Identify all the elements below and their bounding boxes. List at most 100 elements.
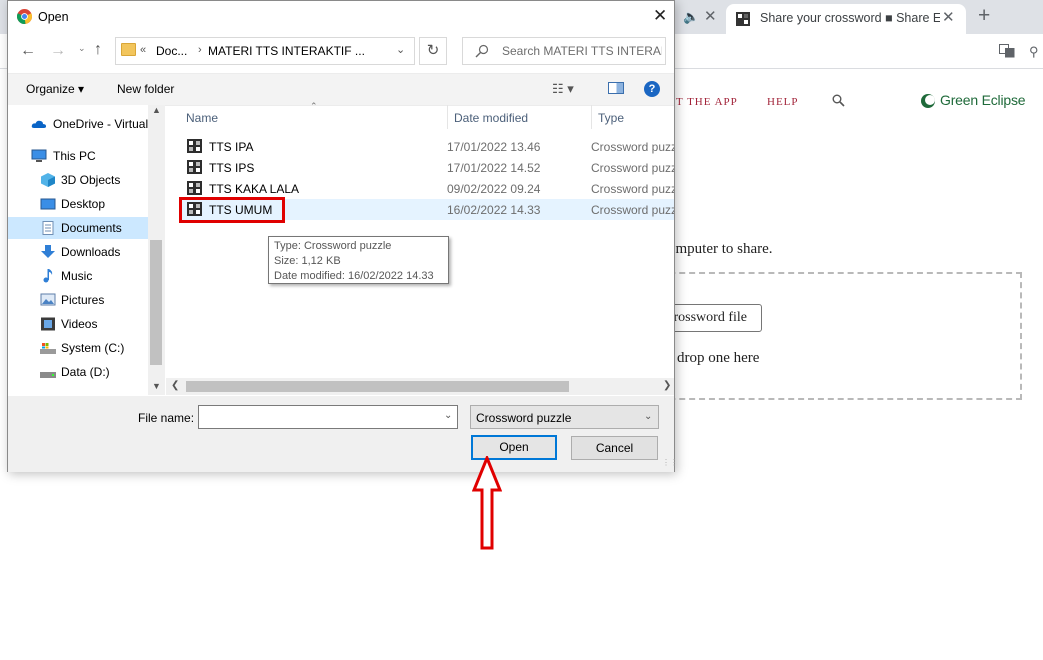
breadcrumb-current-folder[interactable]: MATERI TTS INTERAKTIF ... xyxy=(208,44,365,58)
file-date: 17/01/2022 13.46 xyxy=(447,140,541,154)
file-name: TTS IPA xyxy=(209,140,254,154)
tooltip-size: Size: 1,12 KB xyxy=(274,255,341,267)
cancel-button[interactable]: Cancel xyxy=(571,436,658,460)
sidebar-item-label: Pictures xyxy=(61,293,105,307)
breadcrumb-documents[interactable]: Doc... xyxy=(156,44,187,58)
scroll-left-icon[interactable]: ❮ xyxy=(171,380,179,391)
column-divider[interactable] xyxy=(591,105,592,129)
scrollbar-thumb[interactable] xyxy=(150,240,162,365)
sidebar-item-label: This PC xyxy=(53,149,96,163)
onedrive-icon xyxy=(31,120,47,128)
tab-title: Share your crossword ■ Share Ec xyxy=(760,11,940,25)
file-row-tts-kaka-lala[interactable]: TTS KAKA LALA 09/02/2022 09.24 Crossword… xyxy=(181,178,674,199)
folder-icon xyxy=(121,43,136,56)
tooltip-type: Type: Crossword puzzle xyxy=(274,240,392,252)
sidebar-item-system-c[interactable]: System (C:) xyxy=(8,337,148,359)
crossword-file-icon xyxy=(187,160,202,174)
scroll-down-icon[interactable]: ▼ xyxy=(152,381,161,391)
search-icon[interactable] xyxy=(832,94,845,107)
change-view-icon[interactable]: ☷ ▾ xyxy=(552,81,574,97)
file-date: 17/01/2022 14.52 xyxy=(447,161,541,175)
file-date: 16/02/2022 14.33 xyxy=(447,203,541,217)
column-header-type[interactable]: Type xyxy=(598,111,624,125)
address-bar[interactable]: « Doc... › MATERI TTS INTERAKTIF ... ⌄ xyxy=(115,37,415,65)
file-row-tts-ips[interactable]: TTS IPS 17/01/2022 14.52 Crossword puzzl… xyxy=(181,157,674,178)
column-header-date[interactable]: Date modified xyxy=(454,111,528,125)
horizontal-scrollbar[interactable]: ❮ ❯ xyxy=(166,378,674,395)
3d-objects-icon xyxy=(41,173,55,187)
close-icon[interactable]: ✕ xyxy=(653,6,667,26)
file-name-label: File name: xyxy=(138,411,195,425)
preview-pane-icon[interactable] xyxy=(608,82,624,94)
forward-arrow-icon[interactable]: → xyxy=(50,42,66,60)
scroll-right-icon[interactable]: ❯ xyxy=(663,380,671,391)
file-type: Crossword puzzle xyxy=(591,140,674,154)
file-type-select[interactable]: Crossword puzzle ⌄ xyxy=(470,405,659,429)
dialog-title-bar[interactable]: Open ✕ xyxy=(8,1,674,32)
search-input[interactable] xyxy=(502,38,662,64)
sidebar-item-desktop[interactable]: Desktop xyxy=(8,193,148,215)
file-type: Crossword puzzle xyxy=(591,182,674,196)
refresh-button[interactable]: ↻ xyxy=(419,37,447,65)
dialog-bottom-panel: File name: ⌄ Crossword puzzle ⌄ Open Can… xyxy=(8,396,678,472)
chevron-down-icon[interactable]: ⌄ xyxy=(396,43,405,56)
site-nav-help[interactable]: HELP xyxy=(767,96,799,108)
sidebar-item-label: Videos xyxy=(61,317,98,331)
downloads-icon xyxy=(41,245,55,258)
sidebar-item-videos[interactable]: Videos xyxy=(8,313,148,335)
resize-grip-icon[interactable]: ⋮⋮ xyxy=(662,458,678,467)
sidebar-item-onedrive[interactable]: OneDrive - Virtual xyxy=(8,113,148,135)
sidebar-item-downloads[interactable]: Downloads xyxy=(8,241,148,263)
file-date: 09/02/2022 09.24 xyxy=(447,182,541,196)
documents-icon xyxy=(42,221,54,235)
column-divider[interactable] xyxy=(447,105,448,129)
navigation-scrollbar[interactable]: ▲ ▼ xyxy=(148,105,165,395)
annotation-highlight-box xyxy=(179,197,285,223)
back-arrow-icon[interactable]: ← xyxy=(20,42,36,60)
breadcrumb-overflow[interactable]: « xyxy=(140,44,146,56)
sidebar-item-this-pc[interactable]: This PC xyxy=(8,145,148,167)
pictures-icon xyxy=(40,293,56,306)
file-info-tooltip: Type: Crossword puzzle Size: 1,12 KB Dat… xyxy=(268,236,449,284)
recent-locations-chevron-icon[interactable]: ⌄ xyxy=(78,43,86,54)
crossword-file-icon xyxy=(187,181,202,195)
site-nav-get-app[interactable]: T THE APP xyxy=(676,96,738,108)
sidebar-item-label: 3D Objects xyxy=(61,173,121,187)
sidebar-item-label: Data (D:) xyxy=(61,365,110,379)
sidebar-item-pictures[interactable]: Pictures xyxy=(8,289,148,311)
sidebar-item-music[interactable]: Music xyxy=(8,265,148,287)
scroll-up-icon[interactable]: ▲ xyxy=(152,105,161,115)
sidebar-item-documents[interactable]: Documents xyxy=(8,217,148,239)
translate-icon[interactable] xyxy=(999,44,1015,58)
sidebar-item-label: Music xyxy=(61,269,93,283)
scrollbar-thumb[interactable] xyxy=(186,381,569,392)
organize-button[interactable]: Organize ▾ xyxy=(26,82,84,96)
tooltip-date: Date modified: 16/02/2022 14.33 xyxy=(274,270,434,282)
up-arrow-icon[interactable]: ↑ xyxy=(94,41,102,59)
logo-text: Green Eclipse xyxy=(940,92,1026,108)
breadcrumb-separator[interactable]: › xyxy=(198,44,202,56)
browser-tab-active[interactable]: Share your crossword ■ Share Ec ✕ xyxy=(726,4,966,34)
file-name: TTS KAKA LALA xyxy=(209,182,300,196)
chevron-down-icon[interactable]: ⌄ xyxy=(444,410,452,421)
tab-audio-icon[interactable]: 🔈 xyxy=(683,9,699,25)
share-instructions: omputer to share. xyxy=(668,241,773,257)
crossword-site-icon xyxy=(736,12,750,26)
column-headers: ⌃ Name Date modified Type xyxy=(166,101,674,129)
sidebar-item-3d-objects[interactable]: 3D Objects xyxy=(8,169,148,191)
system-drive-icon xyxy=(40,343,56,354)
help-icon[interactable]: ? xyxy=(644,81,660,97)
this-pc-icon xyxy=(31,149,47,162)
new-tab-button[interactable]: + xyxy=(978,4,990,28)
tab-close-icon[interactable]: ✕ xyxy=(704,7,717,25)
sidebar-item-label: Desktop xyxy=(61,197,106,211)
tab-close-icon[interactable]: ✕ xyxy=(942,8,955,26)
sidebar-item-label: Documents xyxy=(61,221,122,235)
sidebar-item-data-d[interactable]: Data (D:) xyxy=(8,361,148,383)
column-header-name[interactable]: Name xyxy=(186,111,218,125)
search-box[interactable] xyxy=(462,37,666,65)
file-name-field[interactable] xyxy=(198,405,458,429)
new-folder-button[interactable]: New folder xyxy=(117,82,174,96)
file-row-tts-ipa[interactable]: TTS IPA 17/01/2022 13.46 Crossword puzzl… xyxy=(181,136,674,157)
zoom-icon[interactable]: ⚲ xyxy=(1029,44,1039,60)
